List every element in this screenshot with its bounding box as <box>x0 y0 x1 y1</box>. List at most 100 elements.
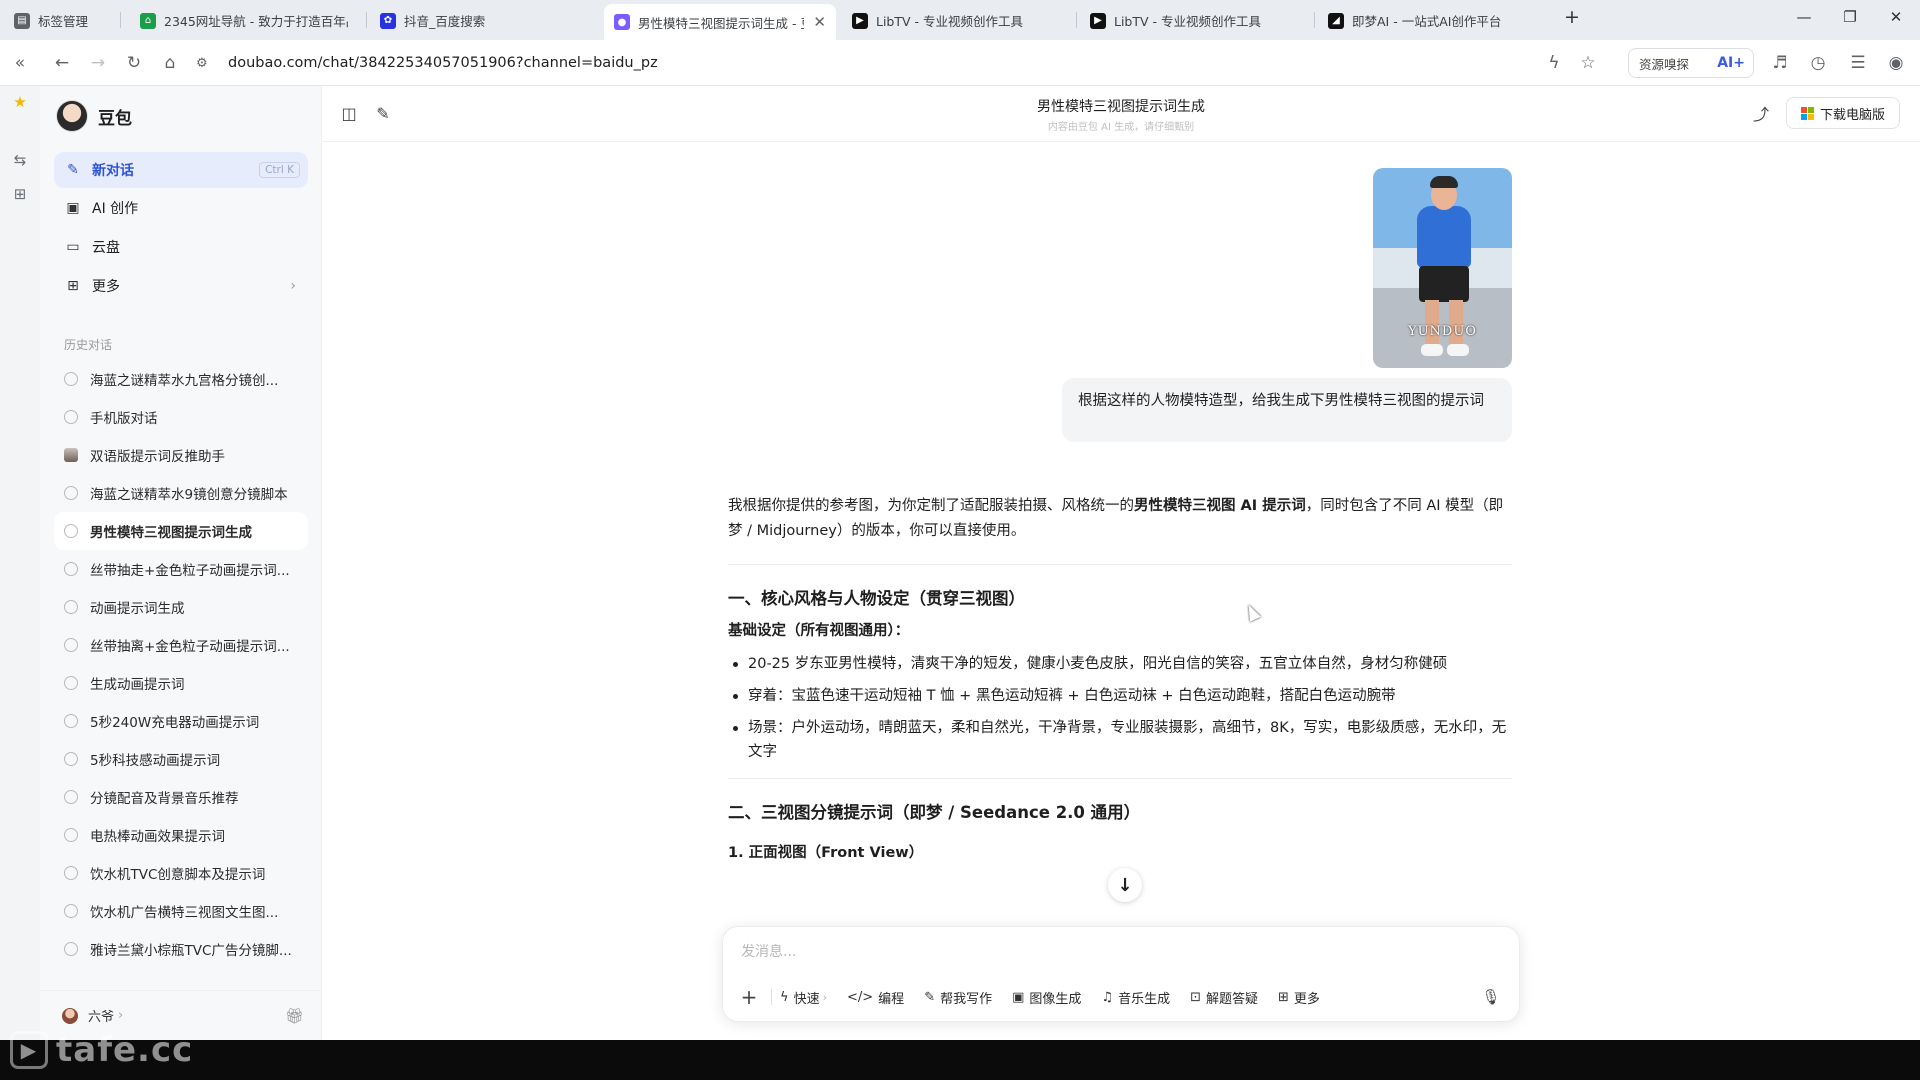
media-icon[interactable]: ♬ <box>1768 51 1792 75</box>
composer-tool-button[interactable]: ⊡ 解题答疑 <box>1190 988 1258 1007</box>
star-icon[interactable]: ☆ <box>1576 51 1600 75</box>
address-bar[interactable]: ⚙ doubao.com/chat/38422534057051906?chan… <box>196 48 1596 78</box>
ai-plus-label[interactable]: AI+ <box>1717 55 1745 71</box>
tab-baidu[interactable]: ✿ 抖音_百度搜索 <box>370 5 598 36</box>
minimize-icon[interactable]: — <box>1792 8 1816 26</box>
list-item: 场景：户外运动场，晴朗蓝天，柔和自然光，干净背景，专业服装摄影，高细节，8K，写… <box>728 716 1512 764</box>
close-window-icon[interactable]: ✕ <box>1884 8 1908 26</box>
new-tab-icon[interactable]: + <box>1560 6 1584 28</box>
bot-avatar-icon <box>64 448 78 462</box>
history-item[interactable]: 5秒科技感动画提示词 <box>54 740 308 778</box>
restore-icon[interactable]: ❐ <box>1838 8 1862 26</box>
tab-manager[interactable]: ▤ 标签管理 <box>4 5 116 36</box>
site-info-icon[interactable]: ⚙ <box>196 56 216 71</box>
user-name: 六爷 <box>88 1010 115 1025</box>
composer-tool-button[interactable]: </> 编程 <box>847 988 904 1007</box>
history-item[interactable]: 手机版对话 <box>54 398 308 436</box>
composer-tool-button[interactable]: ✎ 帮我写作 <box>924 988 992 1007</box>
user-uploaded-image[interactable]: YUNDUO <box>1373 168 1512 368</box>
history-item[interactable]: 海蓝之谜精萃水九宫格分镜创... <box>54 360 308 398</box>
attach-plus-icon[interactable]: + <box>735 985 763 1009</box>
sidebar-item-more[interactable]: ⊞ 更多 › <box>54 268 308 304</box>
grid-icon: ⊞ <box>1278 989 1289 1005</box>
scroll-to-bottom-button[interactable]: ↓ <box>1108 868 1142 902</box>
lightning-icon[interactable]: ϟ <box>1542 51 1566 75</box>
gift-icon[interactable]: 🎁︎ <box>285 1007 304 1025</box>
tab-jimeng[interactable]: ◢ 即梦AI - 一站式AI创作平台 <box>1318 5 1546 36</box>
tab-manager-icon: ▤ <box>14 12 30 29</box>
add-panel-icon[interactable]: ⊞ <box>8 182 32 206</box>
back-icon[interactable]: ← <box>50 51 74 75</box>
history-item-label: 海蓝之谜精萃水九宫格分镜创... <box>90 373 279 389</box>
history-item[interactable]: 生成动画提示词 <box>54 664 308 702</box>
folder-icon: ▭ <box>66 239 80 255</box>
history-item[interactable]: 丝带抽离+金色粒子动画提示词... <box>54 626 308 664</box>
history-item[interactable]: 动画提示词生成 <box>54 588 308 626</box>
history-item-label: 田东豆纸星板3D动画提示词（ <box>90 977 271 980</box>
divider <box>728 564 1512 565</box>
home-icon[interactable]: ⌂ <box>158 51 182 75</box>
tab-doubao-active[interactable]: ● 男性模特三视图提示词生成 - 豆包 ✕ <box>604 4 836 40</box>
section-heading: 二、三视图分镜提示词（即梦 / Seedance 2.0 通用） <box>728 803 1141 822</box>
history-item[interactable]: 双语版提示词反推助手 <box>54 436 308 474</box>
microphone-icon[interactable]: 🎙︎ <box>1479 985 1503 1009</box>
composer-toolbar: + ϟ 快速 › </> 编程 ✎ 帮我写作 ▣ 图像生成 ♫ 音乐生成 ⊡ 解题答疑 ⊞ 更多 <box>735 983 1340 1011</box>
divider <box>728 778 1512 779</box>
close-tab-icon[interactable]: ✕ <box>805 13 826 31</box>
forward-icon[interactable]: → <box>86 51 110 75</box>
history-item-label: 手机版对话 <box>90 411 158 427</box>
music-icon: ♫ <box>1101 989 1114 1005</box>
tab-title: 2345网址导航 - 致力于打造百年品牌 <box>164 14 348 29</box>
url-text: doubao.com/chat/38422534057051906?channe… <box>228 55 658 71</box>
menu-lines-icon[interactable]: ☰ <box>1846 51 1870 75</box>
chat-bubble-icon <box>64 372 78 386</box>
grid-icon: ⊞ <box>67 278 79 294</box>
chat-bubble-icon <box>64 676 78 690</box>
sidebar-item-cloud[interactable]: ▭ 云盘 <box>54 229 308 265</box>
brand[interactable]: 豆包 <box>56 100 132 132</box>
favorites-star-icon[interactable]: ★ <box>8 90 32 114</box>
collapse-sidebar-icon[interactable]: « <box>8 51 32 75</box>
history-item[interactable]: 田东豆纸星板3D动画提示词（ <box>54 968 308 980</box>
chevron-right-icon: › <box>118 1008 124 1023</box>
composer-tool-button[interactable]: ♫ 音乐生成 <box>1101 988 1170 1007</box>
tab-2345[interactable]: ⌂ 2345网址导航 - 致力于打造百年品牌 <box>130 5 358 36</box>
history-item[interactable]: 饮水机TVC创意脚本及提示词 <box>54 854 308 892</box>
answer-lead: 我根据你提供的参考图，为你定制了适配服装拍摄、风格统一的男性模特三视图 AI 提… <box>728 498 1504 539</box>
tab-libtv-1[interactable]: ▶ LibTV - 专业视频创作工具 <box>842 5 1070 36</box>
message-composer: 发消息... + ϟ 快速 › </> 编程 ✎ 帮我写作 ▣ 图像生成 ♫ 音乐生成 ⊡ 解题答疑 ⊞ 更… <box>722 926 1520 1022</box>
new-chat-button[interactable]: ✎ 新对话 Ctrl K <box>54 152 308 188</box>
transfer-icon[interactable]: ⇆ <box>8 148 32 172</box>
download-desktop-button[interactable]: 下载电脑版 <box>1786 97 1900 129</box>
resource-sniffer-button[interactable]: 资源嗅探 AI+ <box>1628 48 1754 78</box>
watermark: ▶ tafe.cc <box>10 1030 193 1070</box>
history-item[interactable]: 5秒240W充电器动画提示词 <box>54 702 308 740</box>
composer-tool-button[interactable]: ⊞ 更多 <box>1278 988 1320 1007</box>
message-input[interactable]: 发消息... <box>741 941 796 961</box>
sidebar-item-label: 云盘 <box>92 240 120 256</box>
bullet-list: 20-25 岁东亚男性模特，清爽干净的短发，健康小麦色皮肤，阳光自信的笑容，五官… <box>728 652 1512 764</box>
history-item[interactable]: 雅诗兰黛小棕瓶TVC广告分镜脚... <box>54 930 308 968</box>
sidebar-item-label: 更多 <box>92 279 120 295</box>
history-icon[interactable]: ◷ <box>1806 51 1830 75</box>
composer-tool-button[interactable]: ϟ 快速 › <box>780 988 827 1007</box>
solve-icon: ⊡ <box>1190 989 1201 1005</box>
sidebar-item-ai-create[interactable]: ▣ AI 创作 <box>54 190 308 226</box>
history-item[interactable]: 丝带抽走+金色粒子动画提示词... <box>54 550 308 588</box>
share-icon[interactable]: ⤴ <box>1750 102 1772 124</box>
reload-icon[interactable]: ↻ <box>122 51 146 75</box>
libtv-icon: ▶ <box>852 12 868 29</box>
history-item[interactable]: 电热棒动画效果提示词 <box>54 816 308 854</box>
profile-icon[interactable]: ◉ <box>1884 51 1908 75</box>
composer-tool-label: 帮我写作 <box>940 991 993 1007</box>
history-item[interactable]: 男性模特三视图提示词生成 <box>54 512 308 550</box>
tab-title: LibTV - 专业视频创作工具 <box>876 14 1024 29</box>
tab-libtv-2[interactable]: ▶ LibTV - 专业视频创作工具 <box>1080 5 1308 36</box>
composer-tool-button[interactable]: ▣ 图像生成 <box>1012 988 1081 1007</box>
history-item[interactable]: 海蓝之谜精萃水9镜创意分镜脚本 <box>54 474 308 512</box>
chat-bubble-icon <box>64 486 78 500</box>
history-item[interactable]: 分镜配音及背景音乐推荐 <box>54 778 308 816</box>
browser-side-rail: ★ ⇆ ⊞ <box>0 86 40 1040</box>
history-item[interactable]: 饮水机广告横特三视图文生图... <box>54 892 308 930</box>
tab-title: 即梦AI - 一站式AI创作平台 <box>1352 14 1502 29</box>
